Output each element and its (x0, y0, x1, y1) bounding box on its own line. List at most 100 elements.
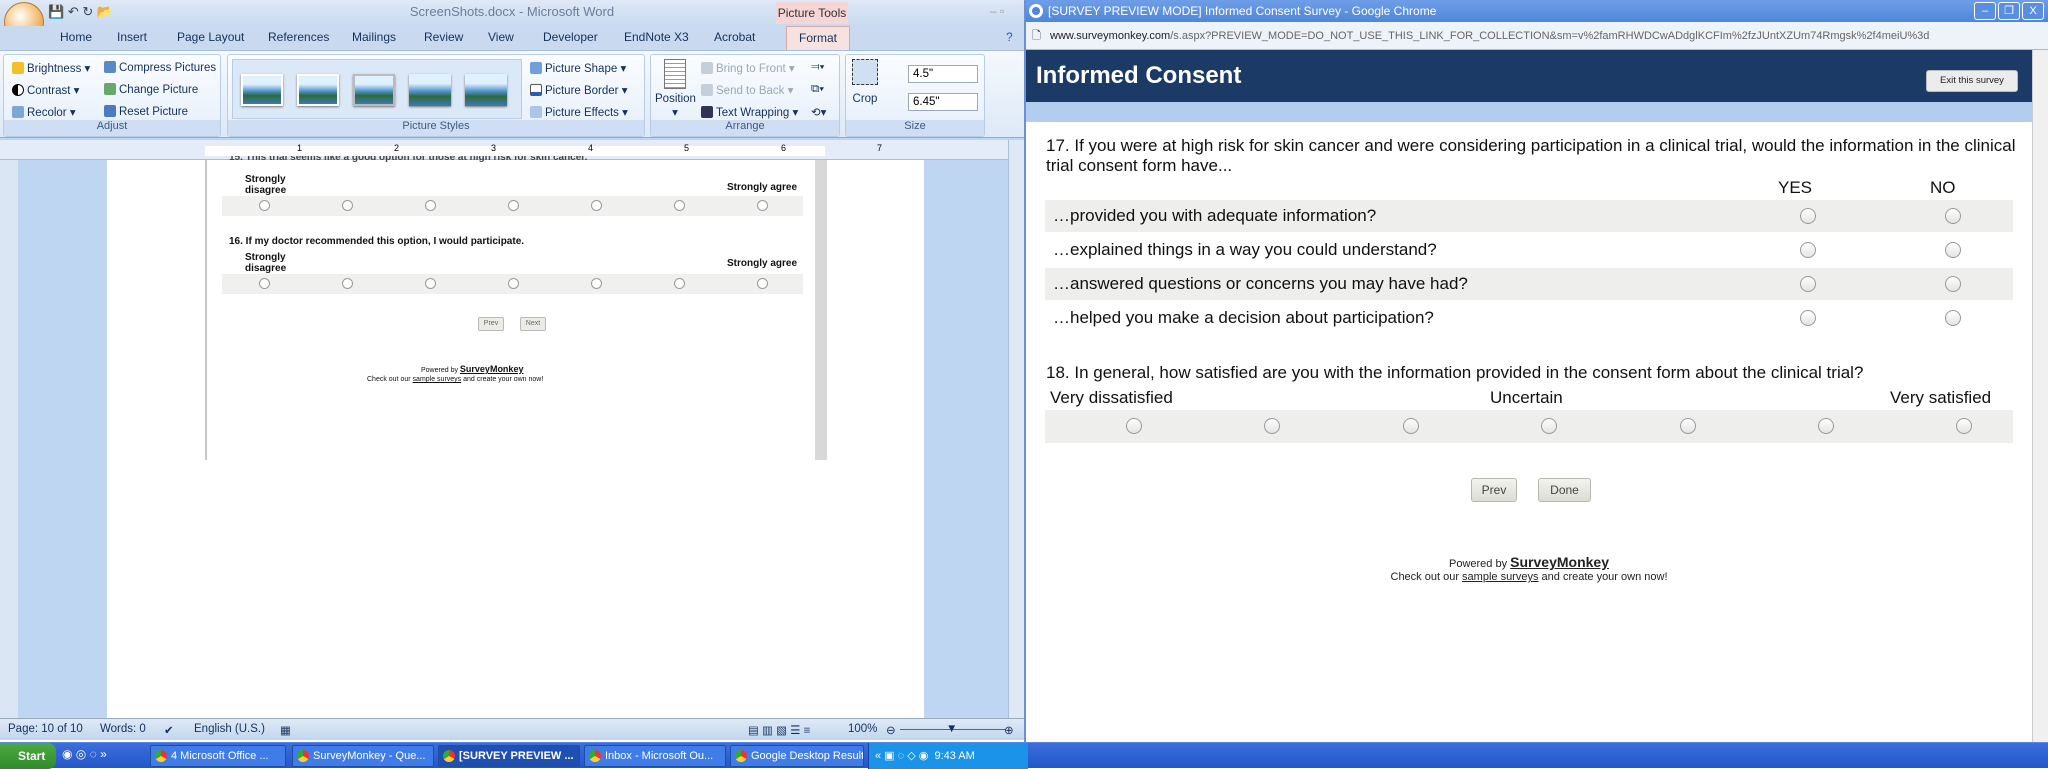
zoom-level[interactable]: 100% (848, 723, 877, 735)
word-vertical-scrollbar[interactable] (1008, 140, 1024, 718)
radio[interactable] (425, 278, 436, 289)
width-input[interactable]: 6.45" (908, 93, 978, 111)
tab-acrobat[interactable]: Acrobat (714, 30, 755, 44)
compress-pictures-button[interactable]: Compress Pictures (104, 61, 216, 74)
brightness-button[interactable]: Brightness ▾ (12, 61, 90, 75)
yes-radio[interactable] (1800, 242, 1816, 258)
style-thumb[interactable] (409, 74, 451, 106)
radio[interactable] (508, 278, 519, 289)
radio[interactable] (674, 278, 685, 289)
page-count[interactable]: Page: 10 of 10 (8, 723, 83, 735)
radio[interactable] (1126, 418, 1142, 434)
radio[interactable] (1541, 418, 1557, 434)
style-thumb[interactable] (297, 74, 339, 106)
radio[interactable] (591, 200, 602, 211)
prev-button[interactable]: Prev (1471, 478, 1517, 502)
radio[interactable] (757, 200, 768, 211)
height-input[interactable]: 4.5" (908, 65, 978, 83)
radio[interactable] (674, 200, 685, 211)
position-button[interactable]: Position ▾ (655, 59, 696, 119)
tab-endnote[interactable]: EndNote X3 (624, 30, 689, 44)
word-window-controls[interactable]: – ▫ (990, 4, 1004, 18)
yes-radio[interactable] (1800, 276, 1816, 292)
language[interactable]: English (U.S.) (194, 723, 265, 735)
picture-style-gallery[interactable] (232, 59, 522, 119)
taskbar-item[interactable]: Google Desktop Results (730, 745, 864, 767)
taskbar-item[interactable]: Inbox - Microsoft Ou... (584, 745, 726, 767)
close-button[interactable]: X (2022, 2, 2044, 20)
taskbar-item[interactable]: 4 Microsoft Office ... (150, 745, 286, 767)
radio[interactable] (1264, 418, 1280, 434)
proofing-icon[interactable]: ✔ (164, 723, 174, 737)
help-icon[interactable]: ? (1006, 30, 1013, 44)
no-radio[interactable] (1945, 276, 1961, 292)
tab-home[interactable]: Home (60, 30, 92, 44)
radio[interactable] (1818, 418, 1834, 434)
sample-surveys-link[interactable]: sample surveys (413, 376, 462, 383)
reset-picture-button[interactable]: Reset Picture (104, 105, 188, 118)
open-icon[interactable]: 📂 (97, 4, 113, 19)
picture-border-button[interactable]: Picture Border ▾ (530, 83, 627, 97)
start-button[interactable]: Start (0, 743, 56, 769)
align-icon[interactable]: ⫤▾ (811, 61, 825, 74)
picture-effects-button[interactable]: Picture Effects ▾ (530, 105, 628, 119)
radio[interactable] (508, 200, 519, 211)
no-radio[interactable] (1945, 310, 1961, 326)
style-thumb[interactable] (241, 74, 283, 106)
sample-surveys-link[interactable]: sample surveys (1462, 571, 1538, 583)
maximize-button[interactable]: ❐ (1998, 2, 2020, 20)
radio[interactable] (757, 278, 768, 289)
yes-radio[interactable] (1800, 208, 1816, 224)
exit-survey-button[interactable]: Exit this survey (1926, 70, 2018, 92)
send-to-back-button[interactable]: Send to Back ▾ (701, 83, 793, 97)
radio[interactable] (425, 200, 436, 211)
zoom-out-icon[interactable]: ⊖ (886, 723, 896, 737)
no-radio[interactable] (1945, 242, 1961, 258)
address-bar[interactable]: 🗋 www.surveymonkey.com/s.aspx?PREVIEW_MO… (1026, 22, 2048, 50)
radio[interactable] (1680, 418, 1696, 434)
tab-mailings[interactable]: Mailings (352, 30, 396, 44)
radio[interactable] (259, 200, 270, 211)
radio[interactable] (342, 200, 353, 211)
rotate-icon[interactable]: ⟲▾ (811, 105, 826, 119)
yes-radio[interactable] (1800, 310, 1816, 326)
radio[interactable] (591, 278, 602, 289)
style-thumb[interactable] (353, 74, 395, 106)
picture-shape-button[interactable]: Picture Shape ▾ (530, 61, 626, 75)
word-count[interactable]: Words: 0 (100, 723, 146, 735)
undo-icon[interactable]: ↶ (68, 4, 79, 19)
style-thumb[interactable] (465, 74, 507, 106)
save-icon[interactable]: 💾 (48, 4, 64, 19)
next-button[interactable]: Next (520, 317, 546, 331)
change-picture-button[interactable]: Change Picture (104, 83, 198, 96)
view-buttons[interactable]: ▤ ▥ ▧ ☰ ≡ (748, 723, 810, 737)
radio[interactable] (259, 278, 270, 289)
done-button[interactable]: Done (1538, 478, 1591, 502)
tab-review[interactable]: Review (424, 30, 463, 44)
tab-view[interactable]: View (488, 30, 514, 44)
group-icon[interactable]: ⧉▾ (811, 83, 824, 96)
minimize-button[interactable]: – (1974, 2, 1996, 20)
chrome-scrollbar[interactable] (2032, 50, 2048, 742)
tab-insert[interactable]: Insert (117, 30, 147, 44)
quick-launch-icons[interactable]: ◉ ◎ ◌ » (62, 747, 107, 761)
radio[interactable] (342, 278, 353, 289)
surveymonkey-link[interactable]: SurveyMonkey (1510, 554, 1609, 570)
crop-button[interactable]: Crop (852, 59, 878, 105)
contrast-button[interactable]: Contrast ▾ (12, 83, 79, 97)
tab-page-layout[interactable]: Page Layout (177, 30, 244, 44)
tab-developer[interactable]: Developer (543, 30, 598, 44)
zoom-slider-thumb[interactable]: ▼ (946, 723, 957, 735)
redo-icon[interactable]: ↻ (82, 4, 93, 19)
recolor-button[interactable]: Recolor ▾ (12, 105, 76, 119)
radio[interactable] (1956, 418, 1972, 434)
tab-format[interactable]: Format (786, 26, 850, 50)
zoom-in-icon[interactable]: ⊕ (1004, 723, 1014, 737)
tab-references[interactable]: References (268, 30, 329, 44)
macro-icon[interactable]: ▦ (280, 723, 291, 737)
radio[interactable] (1403, 418, 1419, 434)
bring-to-front-button[interactable]: Bring to Front ▾ (701, 61, 795, 75)
taskbar-item-active[interactable]: [SURVEY PREVIEW ... (438, 745, 580, 767)
prev-button[interactable]: Prev (478, 317, 504, 331)
no-radio[interactable] (1945, 208, 1961, 224)
